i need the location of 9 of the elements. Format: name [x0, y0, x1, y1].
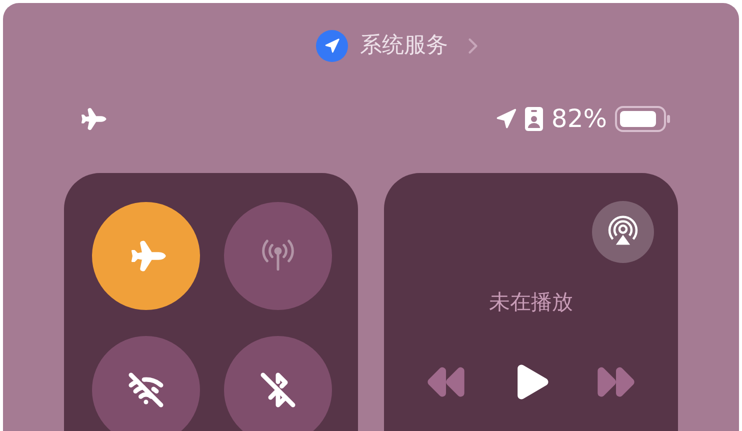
battery-icon: [615, 106, 671, 132]
location-arrow-icon: [495, 108, 518, 130]
playback-status: 未在播放: [489, 289, 574, 316]
id-badge-icon: [525, 107, 544, 131]
location-icon: [316, 30, 348, 62]
battery-percentage: 82%: [551, 103, 607, 136]
wifi-off-icon: [128, 372, 164, 408]
bluetooth-off-icon: [260, 372, 296, 408]
location-services-label[interactable]: 系统服务: [360, 29, 448, 62]
